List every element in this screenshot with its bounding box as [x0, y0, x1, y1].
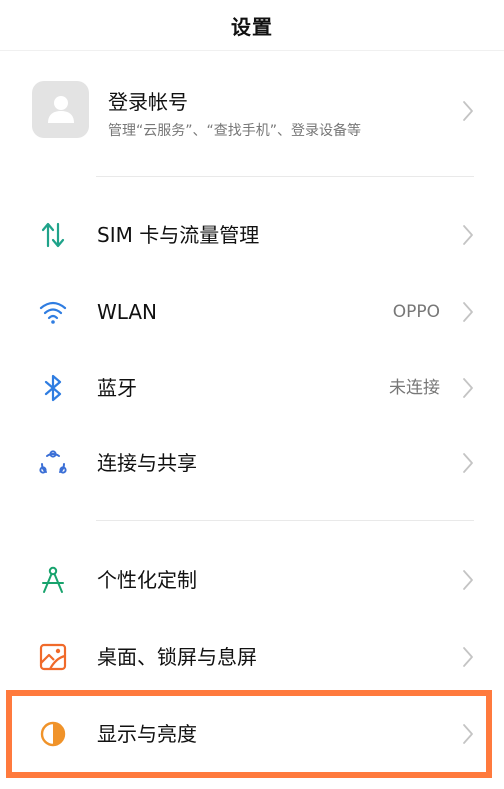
account-subtitle: 管理“云服务”、“查找手机”、登录设备等 — [108, 123, 362, 139]
row-value: OPPO — [392, 302, 440, 322]
section-divider — [96, 520, 474, 521]
row-label: 个性化定制 — [97, 568, 197, 592]
account-login-row[interactable]: 登录帐号 管理“云服务”、“查找手机”、登录设备等 — [0, 66, 504, 156]
user-icon — [48, 96, 74, 123]
wallpaper-icon — [39, 643, 67, 671]
highlight-box — [6, 690, 492, 778]
chevron-right-icon — [463, 570, 473, 590]
chevron-right-icon — [463, 453, 473, 473]
page-title: 设置 — [231, 14, 273, 39]
row-label: 蓝牙 — [97, 376, 137, 400]
connection-sharing-icon — [39, 450, 67, 474]
chevron-right-icon — [463, 378, 473, 398]
wlan-row[interactable]: WLAN OPPO — [0, 277, 504, 347]
personalization-row[interactable]: 个性化定制 — [0, 545, 504, 615]
home-lock-screen-row[interactable]: 桌面、锁屏与息屏 — [0, 622, 504, 692]
connection-sharing-row[interactable]: 连接与共享 — [0, 428, 504, 498]
avatar — [32, 81, 89, 138]
row-value: 未连接 — [389, 378, 440, 398]
row-label: 连接与共享 — [97, 451, 197, 475]
row-label: SIM 卡与流量管理 — [97, 223, 260, 247]
chevron-right-icon — [463, 225, 473, 245]
chevron-right-icon — [463, 101, 473, 121]
bluetooth-row[interactable]: 蓝牙 未连接 — [0, 353, 504, 423]
sim-data-icon — [41, 222, 65, 248]
chevron-right-icon — [463, 302, 473, 322]
row-label: WLAN — [97, 300, 158, 324]
section-divider — [96, 176, 474, 177]
sim-data-management-row[interactable]: SIM 卡与流量管理 — [0, 200, 504, 270]
personalization-icon — [42, 566, 64, 593]
chevron-right-icon — [463, 647, 473, 667]
wifi-icon — [39, 301, 67, 324]
account-title: 登录帐号 — [108, 90, 188, 114]
top-bar: 设置 — [0, 0, 504, 51]
bluetooth-icon — [44, 374, 62, 402]
row-label: 桌面、锁屏与息屏 — [97, 645, 257, 669]
